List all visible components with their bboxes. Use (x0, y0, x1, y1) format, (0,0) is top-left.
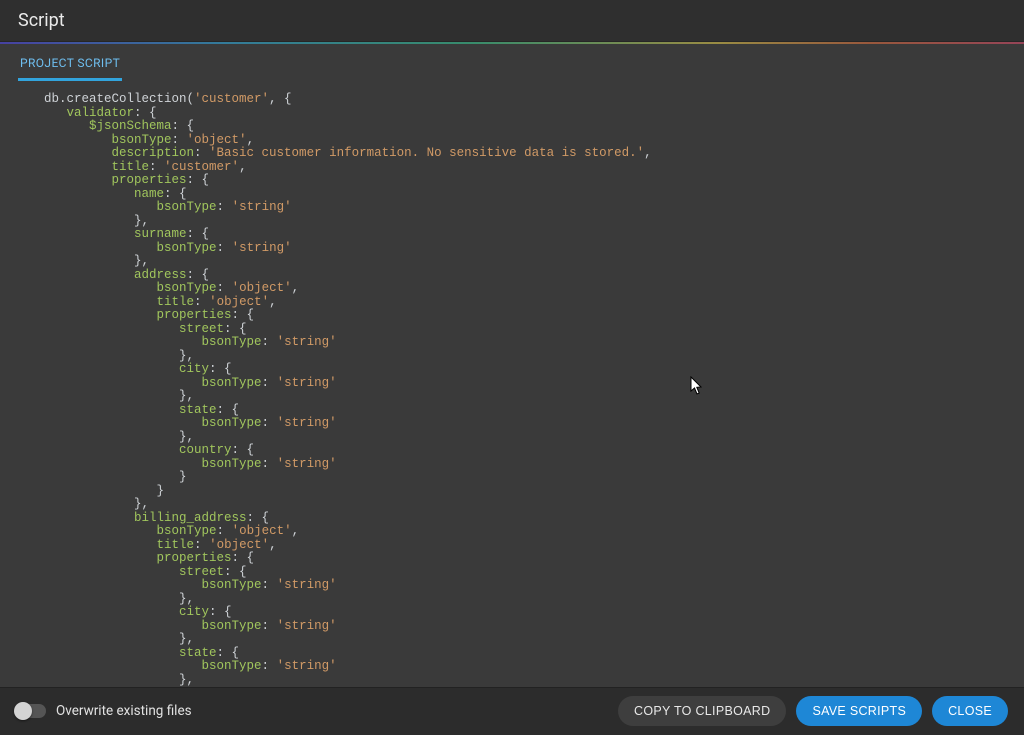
footer-bar: Overwrite existing files COPY TO CLIPBOA… (0, 687, 1024, 735)
overwrite-toggle[interactable]: Overwrite existing files (16, 703, 192, 719)
code-content: db.createCollection('customer', { valida… (14, 91, 1018, 687)
accent-stripe (0, 42, 1024, 44)
toggle-track (16, 704, 46, 718)
dialog-title: Script (18, 10, 65, 31)
overwrite-toggle-label: Overwrite existing files (56, 703, 192, 719)
tab-project-script[interactable]: PROJECT SCRIPT (18, 54, 122, 81)
titlebar: Script (0, 0, 1024, 42)
close-button[interactable]: CLOSE (932, 696, 1008, 726)
script-dialog: Script PROJECT SCRIPT db.createCollectio… (0, 0, 1024, 735)
tabs-bar: PROJECT SCRIPT (0, 44, 1024, 81)
code-scroll-area[interactable]: db.createCollection('customer', { valida… (14, 91, 1018, 687)
save-scripts-button[interactable]: SAVE SCRIPTS (796, 696, 922, 726)
toggle-knob (14, 702, 32, 720)
copy-to-clipboard-button[interactable]: COPY TO CLIPBOARD (618, 696, 786, 726)
